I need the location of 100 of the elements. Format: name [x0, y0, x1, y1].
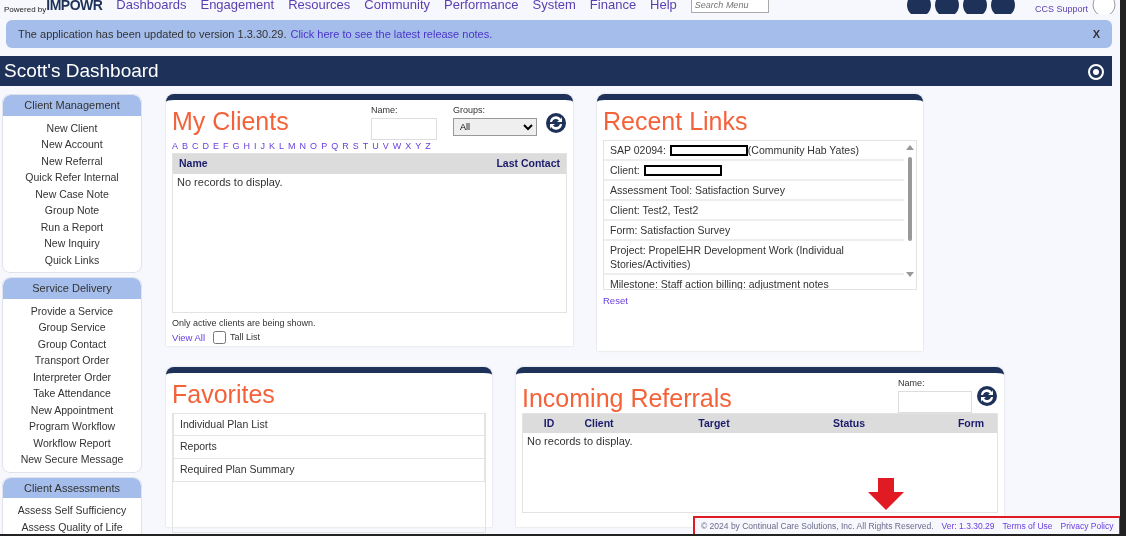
settings-icon[interactable]: [1088, 63, 1104, 80]
column-header: ID: [542, 415, 556, 431]
menu-item[interactable]: System: [532, 0, 576, 14]
empty-message: No records to display.: [526, 434, 634, 450]
alert-message: The application has been updated to version 1.3.30.29. Click here to see the latest release notes.: [18, 26, 493, 42]
recent-link[interactable]: Client: Test2, Test2: [604, 200, 904, 221]
letter-link[interactable]: Y: [415, 139, 422, 153]
menu-item[interactable]: Resources: [288, 0, 351, 14]
name-field[interactable]: [898, 390, 972, 413]
column-header: Form: [956, 415, 986, 431]
letter-link[interactable]: T: [362, 139, 369, 153]
sidebar-item[interactable]: Interpreter Order: [3, 368, 141, 385]
sidebar-item[interactable]: New Inquiry: [3, 235, 141, 252]
letter-link[interactable]: H: [243, 139, 251, 153]
close-button[interactable]: X: [1092, 25, 1100, 43]
field-label: Groups:: [453, 104, 486, 117]
sidebar-item[interactable]: Assess Quality of Life: [3, 518, 141, 534]
support-link[interactable]: CCS Support: [1034, 3, 1088, 14]
footer-link[interactable]: Terms of Use: [1002, 519, 1053, 533]
letter-link[interactable]: B: [182, 139, 189, 153]
name-field[interactable]: [371, 117, 437, 140]
letter-link[interactable]: M: [288, 139, 296, 153]
letter-link[interactable]: O: [310, 139, 318, 153]
widget-title: Incoming Referrals: [522, 385, 732, 413]
letter-link[interactable]: U: [372, 139, 379, 153]
letter-link[interactable]: C: [192, 139, 199, 153]
menu-item[interactable]: Community: [364, 0, 431, 14]
widget-title: Recent Links: [603, 108, 749, 136]
checkbox-label: Tall List: [230, 330, 261, 344]
letter-link[interactable]: Z: [425, 139, 431, 153]
letter-link[interactable]: L: [279, 139, 285, 153]
column-header: Name: [179, 156, 208, 171]
sidebar-item[interactable]: Transport Order: [3, 352, 141, 369]
menu-item[interactable]: Performance: [444, 0, 519, 14]
letter-link[interactable]: K: [269, 139, 276, 153]
footer-link[interactable]: Privacy Policy: [1060, 519, 1114, 533]
sidebar-item[interactable]: New Secure Message: [3, 451, 141, 468]
recent-link[interactable]: Client:: [604, 160, 904, 181]
letter-link[interactable]: Q: [331, 139, 339, 153]
sidebar-item[interactable]: Program Workflow: [3, 418, 141, 435]
sidebar-item[interactable]: Group Service: [3, 319, 141, 336]
letter-link[interactable]: J: [260, 139, 266, 153]
sidebar-item[interactable]: Group Note: [3, 202, 141, 219]
field-label: Name:: [371, 104, 399, 117]
sidebar-section-header: Client Assessments: [3, 477, 141, 498]
recent-link[interactable]: Form: Satisfaction Survey: [604, 220, 904, 241]
widget-title: Favorites: [172, 381, 276, 409]
sidebar-item[interactable]: Provide a Service: [3, 302, 141, 319]
sidebar-item[interactable]: Take Attendance: [3, 385, 141, 402]
letter-link[interactable]: W: [392, 139, 402, 153]
release-notes-link[interactable]: Click here to see the latest release notes.: [290, 27, 493, 40]
tall-list-checkbox[interactable]: [213, 331, 227, 345]
sidebar-item[interactable]: Group Contact: [3, 335, 141, 352]
favorite-link[interactable]: Required Plan Summary: [173, 458, 485, 482]
menu-item[interactable]: Help: [650, 0, 677, 14]
sidebar-item[interactable]: Run a Report: [3, 218, 141, 235]
letter-link[interactable]: R: [342, 139, 349, 153]
letter-link[interactable]: I: [254, 139, 257, 153]
letter-link[interactable]: S: [352, 139, 359, 153]
view-all-link[interactable]: View All: [172, 330, 206, 345]
refresh-icon[interactable]: [976, 385, 998, 407]
letter-link[interactable]: N: [299, 139, 307, 153]
sidebar-item[interactable]: New Referral: [3, 152, 141, 169]
letter-link[interactable]: G: [232, 139, 240, 153]
refresh-icon[interactable]: [545, 112, 567, 134]
sidebar-item[interactable]: New Client: [3, 119, 141, 136]
letter-link[interactable]: F: [223, 139, 229, 153]
favorite-link[interactable]: Individual Plan List: [173, 412, 485, 437]
sidebar-item[interactable]: New Appointment: [3, 401, 141, 418]
sidebar-item[interactable]: Quick Links: [3, 251, 141, 268]
letter-link[interactable]: V: [382, 139, 389, 153]
column-header: Target: [697, 415, 731, 431]
recent-link[interactable]: Project: PropelEHR Development Work (Individual Stories/Activities): [604, 240, 904, 275]
arrow-icon: [866, 478, 906, 510]
letter-link[interactable]: E: [213, 139, 220, 153]
column-header: Status: [831, 415, 867, 431]
favorite-link[interactable]: Reports: [173, 435, 485, 459]
menu-item[interactable]: Engagement: [200, 0, 275, 14]
letter-link[interactable]: A: [172, 139, 178, 153]
widget-title: My Clients: [172, 108, 289, 136]
sidebar-item[interactable]: Workflow Report: [3, 434, 141, 451]
search-field[interactable]: Search Menu: [690, 0, 769, 13]
sidebar-item[interactable]: New Case Note: [3, 185, 141, 202]
sidebar-item[interactable]: New Account: [3, 136, 141, 153]
letter-link[interactable]: D: [202, 139, 210, 153]
sidebar-item[interactable]: Assess Self Sufficiency: [3, 502, 141, 519]
version-link[interactable]: Ver: 1.3.30.29: [941, 519, 995, 533]
letter-link[interactable]: X: [405, 139, 412, 153]
note-text: Only active clients are being shown.: [172, 317, 317, 330]
menu-item[interactable]: Finance: [589, 0, 637, 14]
sidebar-section-header: Service Delivery: [3, 278, 141, 299]
recent-link[interactable]: SAP 02094: (Community Hab Yates): [604, 140, 904, 161]
groups-select[interactable]: All: [453, 117, 537, 136]
sidebar-section-header: Client Management: [3, 95, 141, 116]
letter-link[interactable]: P: [321, 139, 328, 153]
reset-link[interactable]: Reset: [603, 293, 917, 308]
menu-item[interactable]: Dashboards: [116, 0, 187, 14]
sidebar-item[interactable]: Quick Refer Internal: [3, 169, 141, 186]
recent-link[interactable]: Assessment Tool: Satisfaction Survey: [604, 180, 904, 201]
column-header: Client: [583, 415, 615, 431]
